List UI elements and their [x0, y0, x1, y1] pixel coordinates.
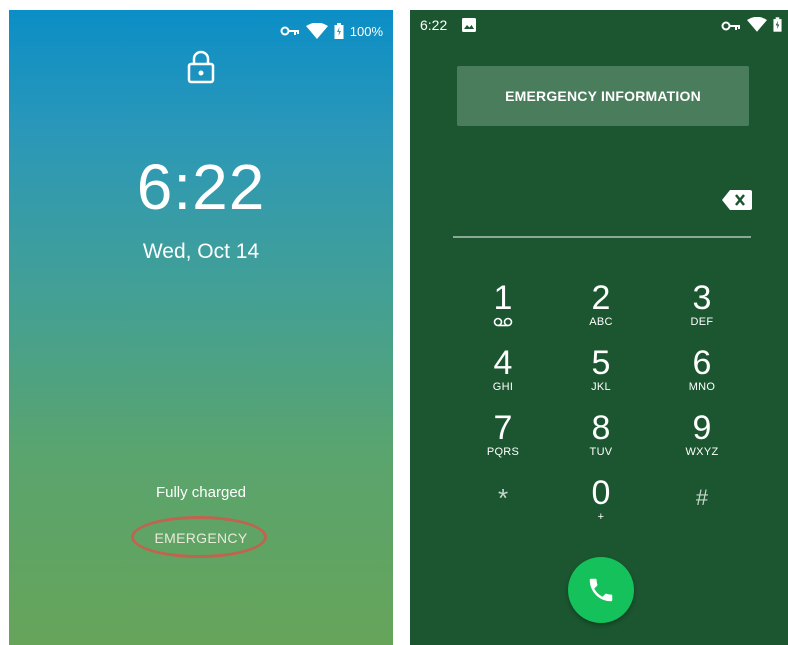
key-digit: 2	[591, 279, 611, 317]
key-digit: 4	[493, 344, 513, 382]
key-letters: ABC	[589, 316, 613, 328]
key-letters: JKL	[591, 381, 611, 393]
key-letters: WXYZ	[685, 446, 719, 458]
key-letters: GHI	[492, 381, 514, 393]
key-digit: 9	[692, 409, 712, 447]
key-letters: DEF	[690, 316, 714, 328]
lock-icon[interactable]	[187, 50, 215, 89]
key-digit: 6	[692, 344, 712, 382]
key-hash[interactable]: #	[657, 480, 747, 516]
wifi-icon	[305, 23, 328, 39]
key-1[interactable]: 1	[458, 280, 548, 327]
status-bar: 6:22	[410, 10, 788, 38]
key-digit: *	[497, 483, 509, 513]
key-digit: 7	[493, 409, 513, 447]
charge-status: Fully charged	[155, 484, 247, 501]
key-digit: 5	[591, 344, 611, 382]
wifi-icon	[747, 16, 767, 35]
key-0[interactable]: 0 +	[556, 475, 646, 523]
key-letters: PQRS	[486, 446, 520, 458]
key-8[interactable]: 8 TUV	[556, 410, 646, 458]
backspace-icon[interactable]	[722, 190, 752, 215]
image-notification-icon	[462, 18, 476, 35]
key-digit: 1	[493, 279, 513, 317]
key-letters: TUV	[589, 446, 613, 458]
number-field-divider	[453, 236, 751, 238]
emergency-information-button[interactable]: EMERGENCY INFORMATION	[457, 66, 749, 126]
battery-percent: 100%	[349, 23, 383, 39]
emergency-button[interactable]: EMERGENCY	[9, 530, 393, 546]
key-letters: MNO	[688, 381, 716, 393]
key-6[interactable]: 6 MNO	[657, 345, 747, 393]
key-5[interactable]: 5 JKL	[556, 345, 646, 393]
status-bar: 100%	[280, 23, 383, 39]
key-9[interactable]: 9 WXYZ	[657, 410, 747, 458]
voicemail-icon	[493, 317, 513, 327]
key-digit: 8	[591, 409, 611, 447]
key-digit: #	[695, 485, 709, 510]
key-3[interactable]: 3 DEF	[657, 280, 747, 328]
status-time: 6:22	[420, 17, 448, 33]
key-digit: 3	[692, 279, 712, 317]
key-letters: +	[597, 511, 605, 523]
battery-icon	[773, 17, 782, 35]
lock-date: Wed, Oct 14	[142, 240, 260, 263]
lock-clock: 6:22	[136, 151, 266, 223]
battery-icon	[334, 23, 344, 39]
vpn-key-icon	[280, 26, 300, 36]
key-digit: 0	[591, 474, 611, 512]
key-7[interactable]: 7 PQRS	[458, 410, 548, 458]
lock-screen: 100% 6:22 Wed, Oct 14 Fully charged EMER…	[9, 10, 393, 645]
emergency-dialer-screen: 6:22 EMERGENCY INFORMATION 1 2 ABC 3 DEF…	[410, 10, 788, 645]
key-4[interactable]: 4 GHI	[458, 345, 548, 393]
key-star[interactable]: *	[458, 480, 548, 516]
key-2[interactable]: 2 ABC	[556, 280, 646, 328]
phone-icon	[589, 578, 613, 602]
vpn-key-icon	[721, 18, 741, 34]
call-button[interactable]	[568, 557, 634, 623]
